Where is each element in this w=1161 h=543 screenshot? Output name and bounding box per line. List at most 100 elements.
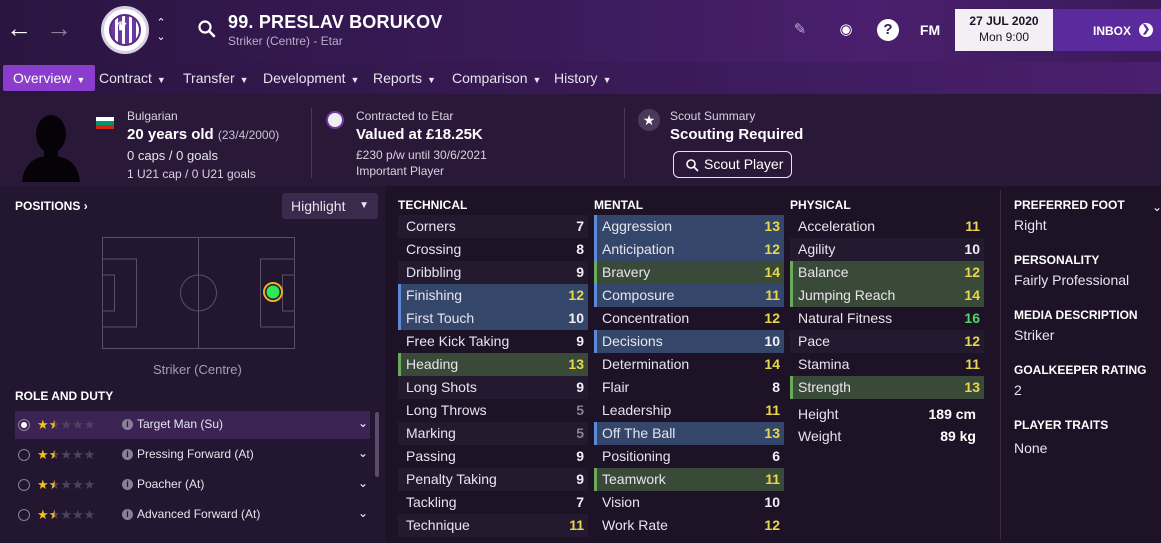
attribute-row[interactable]: Heading 13	[398, 353, 588, 376]
tab-overview[interactable]: Overview ▼	[3, 65, 96, 91]
role-row-advanced-forward[interactable]: ★★★★★ i Advanced Forward (At) ⌄	[15, 501, 370, 529]
chevron-down-icon[interactable]: ⌄	[154, 30, 168, 44]
attribute-row[interactable]: Stamina 11	[790, 353, 984, 376]
chevron-down-icon[interactable]: ⌄	[358, 446, 368, 460]
tab-transfer[interactable]: Transfer ▼	[183, 65, 249, 91]
weight-label: Weight	[798, 428, 842, 444]
club-badge[interactable]: ♛	[101, 6, 149, 54]
info-icon[interactable]: i	[122, 509, 133, 520]
attribute-row[interactable]: Leadership 11	[594, 399, 784, 422]
globe-icon[interactable]: ◉	[834, 18, 858, 42]
tab-contract[interactable]: Contract ▼	[99, 65, 166, 91]
pencil-icon[interactable]: ✎	[788, 18, 812, 42]
nationality: Bulgarian	[127, 109, 178, 123]
role-row-poacher[interactable]: ★★★★★ i Poacher (At) ⌄	[15, 471, 370, 499]
chevron-down-icon: ▼	[427, 75, 436, 85]
inbox-button[interactable]: INBOX ❯	[1053, 9, 1161, 51]
attribute-row[interactable]: Crossing 8	[398, 238, 588, 261]
attribute-row[interactable]: Off The Ball 13	[594, 422, 784, 445]
back-arrow-icon[interactable]: ←	[5, 14, 33, 44]
tab-history[interactable]: History ▼	[554, 65, 611, 91]
role-duty-title: ROLE AND DUTY	[15, 389, 114, 403]
fm-menu-button[interactable]: FM	[918, 18, 942, 42]
role-label: Target Man (Su)	[137, 417, 224, 431]
role-label: Pressing Forward (At)	[137, 447, 254, 461]
role-list-scrollbar[interactable]	[375, 412, 379, 477]
role-row-pressing-forward[interactable]: ★★★★★ i Pressing Forward (At) ⌄	[15, 441, 370, 469]
attribute-value: 14	[964, 287, 980, 303]
attribute-row[interactable]: Aggression 13	[594, 215, 784, 238]
preferred-foot-title: PREFERRED FOOT	[1014, 198, 1125, 212]
attribute-name: Agility	[798, 241, 836, 257]
attribute-row[interactable]: Long Shots 9	[398, 376, 588, 399]
attribute-row[interactable]: Free Kick Taking 9	[398, 330, 588, 353]
info-icon[interactable]: i	[122, 449, 133, 460]
attribute-row[interactable]: Composure 11	[594, 284, 784, 307]
chevron-down-icon[interactable]: ⌄	[358, 506, 368, 520]
attribute-row[interactable]: Pace 12	[790, 330, 984, 353]
highlight-dropdown[interactable]: Highlight ▼	[282, 193, 378, 219]
chevron-down-icon[interactable]: ⌄	[358, 416, 368, 430]
attribute-row[interactable]: Vision 10	[594, 491, 784, 514]
attribute-row[interactable]: Dribbling 9	[398, 261, 588, 284]
attribute-row[interactable]: Strength 13	[790, 376, 984, 399]
chevron-down-icon[interactable]: ⌄	[358, 476, 368, 490]
contract-label: Contracted to Etar	[356, 109, 454, 123]
attribute-row[interactable]: Finishing 12	[398, 284, 588, 307]
attribute-value: 5	[576, 425, 584, 441]
attribute-row[interactable]: Corners 7	[398, 215, 588, 238]
player-silhouette-icon	[22, 115, 80, 182]
attribute-row[interactable]: Determination 14	[594, 353, 784, 376]
position-marker-striker[interactable]	[266, 285, 280, 299]
chevron-down-icon[interactable]: ⌄	[1152, 200, 1161, 214]
chevron-down-icon: ▼	[76, 75, 86, 85]
attribute-row[interactable]: Anticipation 12	[594, 238, 784, 261]
attribute-name: Concentration	[602, 310, 690, 326]
attribute-row[interactable]: First Touch 10	[398, 307, 588, 330]
attribute-name: Marking	[406, 425, 456, 441]
attribute-row[interactable]: Decisions 10	[594, 330, 784, 353]
attribute-row[interactable]: Passing 9	[398, 445, 588, 468]
mental-title: MENTAL	[594, 198, 644, 212]
role-row-target-man[interactable]: ★★★★★ i Target Man (Su) ⌄	[15, 411, 370, 439]
attribute-row[interactable]: Jumping Reach 14	[790, 284, 984, 307]
attribute-row[interactable]: Concentration 12	[594, 307, 784, 330]
attribute-row[interactable]: Technique 11	[398, 514, 588, 537]
attribute-row[interactable]: Marking 5	[398, 422, 588, 445]
scout-player-button[interactable]: Scout Player	[673, 151, 792, 178]
attribute-row[interactable]: Tackling 7	[398, 491, 588, 514]
attribute-row[interactable]: Balance 12	[790, 261, 984, 284]
attribute-row[interactable]: Bravery 14	[594, 261, 784, 284]
forward-arrow-icon[interactable]: →	[45, 14, 73, 44]
info-icon[interactable]: i	[122, 479, 133, 490]
attribute-value: 12	[764, 517, 780, 533]
attribute-row[interactable]: Teamwork 11	[594, 468, 784, 491]
attribute-row[interactable]: Natural Fitness 16	[790, 307, 984, 330]
radio-button[interactable]	[18, 419, 30, 431]
tab-comparison[interactable]: Comparison ▼	[452, 65, 541, 91]
attribute-value: 7	[576, 494, 584, 510]
radio-button[interactable]	[18, 509, 30, 521]
tab-reports[interactable]: Reports ▼	[373, 65, 436, 91]
attribute-value: 13	[964, 379, 980, 395]
info-icon[interactable]: i	[122, 419, 133, 430]
attribute-row[interactable]: Long Throws 5	[398, 399, 588, 422]
chevron-up-icon[interactable]: ⌃	[154, 16, 168, 30]
attribute-row[interactable]: Agility 10	[790, 238, 984, 261]
help-icon[interactable]: ?	[877, 19, 899, 41]
attribute-row[interactable]: Work Rate 12	[594, 514, 784, 537]
attribute-row[interactable]: Penalty Taking 9	[398, 468, 588, 491]
attribute-row[interactable]: Positioning 6	[594, 445, 784, 468]
date-widget[interactable]: 27 JUL 2020 Mon 9:00	[955, 9, 1053, 51]
radio-button[interactable]	[18, 479, 30, 491]
tab-development[interactable]: Development ▼	[263, 65, 359, 91]
etar-club-icon[interactable]	[326, 111, 344, 129]
attribute-row[interactable]: Acceleration 11	[790, 215, 984, 238]
media-description-value: Striker	[1014, 327, 1055, 343]
search-icon[interactable]	[197, 19, 217, 39]
chevron-down-icon: ▼	[350, 75, 360, 85]
attribute-row[interactable]: Flair 8	[594, 376, 784, 399]
positions-title[interactable]: POSITIONS ›	[15, 199, 88, 213]
radio-button[interactable]	[18, 449, 30, 461]
attribute-value: 12	[964, 333, 980, 349]
